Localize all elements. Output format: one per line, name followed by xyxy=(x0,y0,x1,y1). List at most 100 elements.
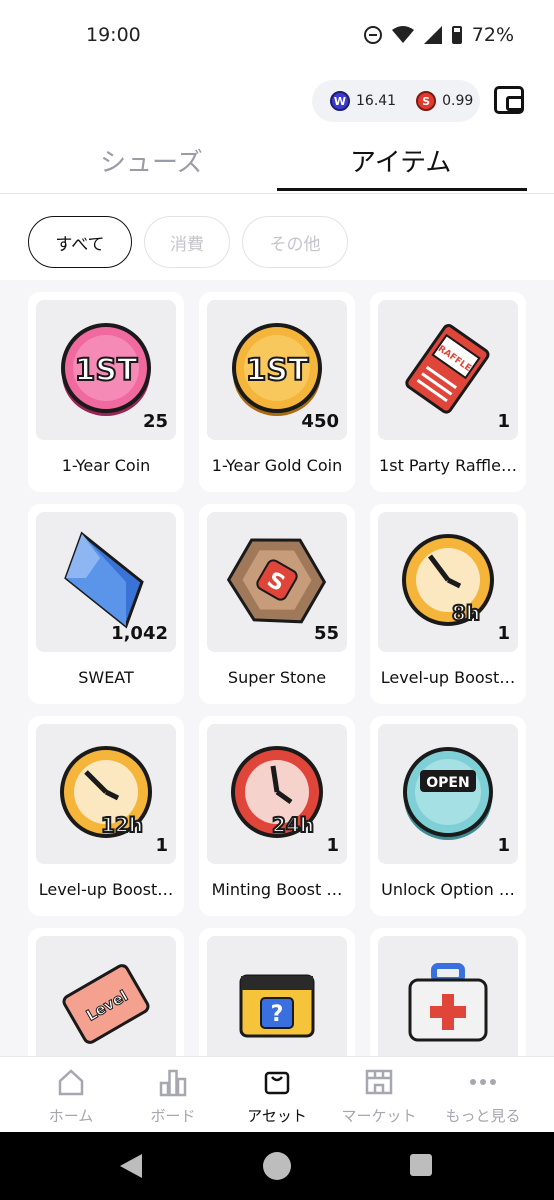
tab-shoes[interactable]: シューズ xyxy=(100,142,203,179)
w-coin-icon: W xyxy=(330,91,350,111)
item-image: 8h 1 xyxy=(378,512,518,652)
item-name: Level-up Boost… xyxy=(380,668,516,687)
item-name: 1st Party Raffle… xyxy=(379,456,517,475)
item-image xyxy=(378,936,518,1056)
recent-apps-icon[interactable] xyxy=(410,1154,432,1176)
s-coin-icon: S xyxy=(416,91,437,111)
item-card[interactable]: S 55 Super Stone xyxy=(199,504,355,704)
item-card[interactable]: 8h 1 Level-up Boost… xyxy=(370,504,526,704)
signal-icon xyxy=(423,26,442,44)
nav-home-label: ホーム xyxy=(48,1107,94,1125)
sweat-crystal-icon xyxy=(64,531,144,629)
bottom-nav: ホーム ボード アセット マーケット もっと見る xyxy=(0,1056,554,1132)
item-grid: 1ST 25 1-Year Coin 1ST 450 1-Year Gold C… xyxy=(0,280,554,1056)
item-image: RAFFLE 1 xyxy=(378,300,518,440)
item-quantity: 1 xyxy=(155,835,168,856)
bar-chart-icon xyxy=(159,1069,187,1097)
item-quantity: 1 xyxy=(497,835,510,856)
home-circle-icon[interactable] xyxy=(263,1152,291,1180)
item-name: Unlock Option … xyxy=(381,880,515,899)
item-quantity: 1 xyxy=(497,411,510,432)
battery-icon xyxy=(451,26,462,44)
back-icon[interactable] xyxy=(120,1154,142,1178)
status-time: 19:00 xyxy=(86,24,141,46)
boost-8h-icon: 8h xyxy=(402,534,494,626)
status-bar: 19:00 72% xyxy=(0,0,554,72)
open-coin-icon: OPEN xyxy=(403,747,493,840)
item-card[interactable]: Level xyxy=(28,928,184,1056)
gold-1st-coin-icon: 1ST xyxy=(232,323,322,416)
more-dots-icon xyxy=(470,1079,496,1085)
item-card[interactable]: 1ST 450 1-Year Gold Coin xyxy=(199,292,355,492)
bag-icon xyxy=(264,1071,290,1095)
nav-assets[interactable]: アセット xyxy=(222,1065,332,1126)
svg-text:?: ? xyxy=(271,1002,284,1027)
super-stone-icon: S xyxy=(227,538,327,624)
balance-w: 16.41 xyxy=(356,93,397,109)
do-not-disturb-icon xyxy=(363,26,382,44)
item-name: Level-up Boost… xyxy=(38,880,174,899)
level-ticket-icon: Level xyxy=(62,964,150,1044)
nav-market-label: マーケット xyxy=(341,1107,417,1125)
wifi-icon xyxy=(391,26,414,43)
item-card[interactable]: 12h 1 Level-up Boost… xyxy=(28,716,184,916)
item-card[interactable]: 1ST 25 1-Year Coin xyxy=(28,292,184,492)
item-quantity: 1 xyxy=(497,623,510,644)
item-quantity: 1 xyxy=(326,835,339,856)
item-name: Super Stone xyxy=(227,668,327,687)
tab-underline xyxy=(277,188,527,191)
svg-text:8h: 8h xyxy=(452,601,480,625)
item-card[interactable]: 24h 1 Minting Boost … xyxy=(199,716,355,916)
item-image: 1ST 25 xyxy=(36,300,176,440)
raffle-ticket-icon: RAFFLE xyxy=(405,324,490,414)
item-image: ? xyxy=(207,936,347,1056)
item-image: OPEN 1 xyxy=(378,724,518,864)
wallet-icon[interactable] xyxy=(494,86,524,114)
item-quantity: 25 xyxy=(142,411,168,432)
nav-board[interactable]: ボード xyxy=(118,1065,228,1126)
nav-more[interactable]: もっと見る xyxy=(428,1065,538,1126)
item-name: SWEAT xyxy=(78,668,134,687)
svg-text:OPEN: OPEN xyxy=(426,775,469,791)
battery-percent: 72% xyxy=(471,24,514,46)
tab-items[interactable]: アイテム xyxy=(350,142,451,179)
item-image: 1,042 xyxy=(36,512,176,652)
item-name: 1-Year Coin xyxy=(61,456,151,475)
pink-1st-coin-icon: 1ST xyxy=(61,323,151,416)
svg-text:1ST: 1ST xyxy=(246,353,309,388)
nav-home[interactable]: ホーム xyxy=(16,1065,126,1126)
item-image: 12h 1 xyxy=(36,724,176,864)
nav-market[interactable]: マーケット xyxy=(324,1065,434,1126)
item-image: 1ST 450 xyxy=(207,300,347,440)
item-card[interactable]: RAFFLE 1 1st Party Raffle… xyxy=(370,292,526,492)
boost-24h-icon: 24h xyxy=(231,746,323,838)
item-image: S 55 xyxy=(207,512,347,652)
item-quantity: 1,042 xyxy=(111,623,168,644)
svg-text:1ST: 1ST xyxy=(75,353,138,388)
first-aid-kit-icon xyxy=(408,963,488,1042)
item-image: 24h 1 xyxy=(207,724,347,864)
filter-consumable[interactable]: 消費 xyxy=(144,216,230,268)
item-quantity: 55 xyxy=(313,623,339,644)
item-card[interactable]: ? xyxy=(199,928,355,1056)
item-card[interactable]: 1,042 SWEAT xyxy=(28,504,184,704)
item-name: Minting Boost … xyxy=(211,880,343,899)
mystery-box-icon: ? xyxy=(239,974,315,1038)
svg-text:24h: 24h xyxy=(272,813,314,837)
top-tabs: シューズ アイテム xyxy=(0,132,554,194)
nav-more-label: もっと見る xyxy=(445,1107,521,1125)
item-name: 1-Year Gold Coin xyxy=(211,456,343,475)
balance-pill[interactable]: W 16.41 S 0.99 xyxy=(312,80,480,122)
store-icon xyxy=(365,1069,393,1095)
item-card[interactable]: OPEN 1 Unlock Option … xyxy=(370,716,526,916)
item-quantity: 450 xyxy=(301,411,339,432)
item-image: Level xyxy=(36,936,176,1056)
nav-board-label: ボード xyxy=(150,1107,196,1125)
filter-all[interactable]: すべて xyxy=(28,216,132,268)
svg-text:12h: 12h xyxy=(101,813,143,837)
boost-12h-icon: 12h xyxy=(60,746,152,838)
filter-other[interactable]: その他 xyxy=(242,216,348,268)
item-card[interactable] xyxy=(370,928,526,1056)
home-icon xyxy=(58,1069,84,1096)
status-icons: 72% xyxy=(363,24,514,46)
